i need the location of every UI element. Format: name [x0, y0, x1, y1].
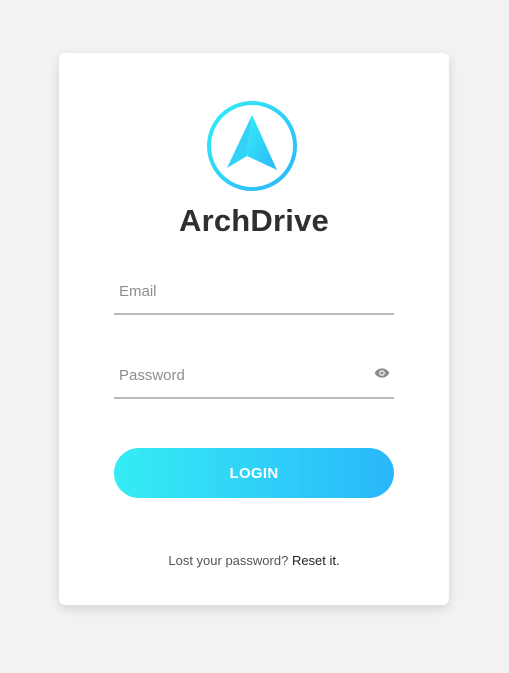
- password-field-wrapper: [114, 353, 394, 399]
- logo-icon: [207, 101, 297, 191]
- brand-title: ArchDrive: [179, 203, 329, 238]
- email-field[interactable]: [114, 269, 394, 313]
- eye-icon[interactable]: [374, 365, 390, 381]
- email-field-wrapper: [114, 269, 394, 315]
- reset-link[interactable]: Reset it.: [292, 553, 340, 568]
- login-button[interactable]: LOGIN: [114, 448, 394, 498]
- password-field[interactable]: [114, 353, 394, 397]
- reset-prompt: Lost your password?: [168, 553, 289, 568]
- password-reset-row: Lost your password? Reset it.: [59, 553, 449, 568]
- login-card: ArchDrive LOGIN Lost your password? Rese…: [59, 53, 449, 605]
